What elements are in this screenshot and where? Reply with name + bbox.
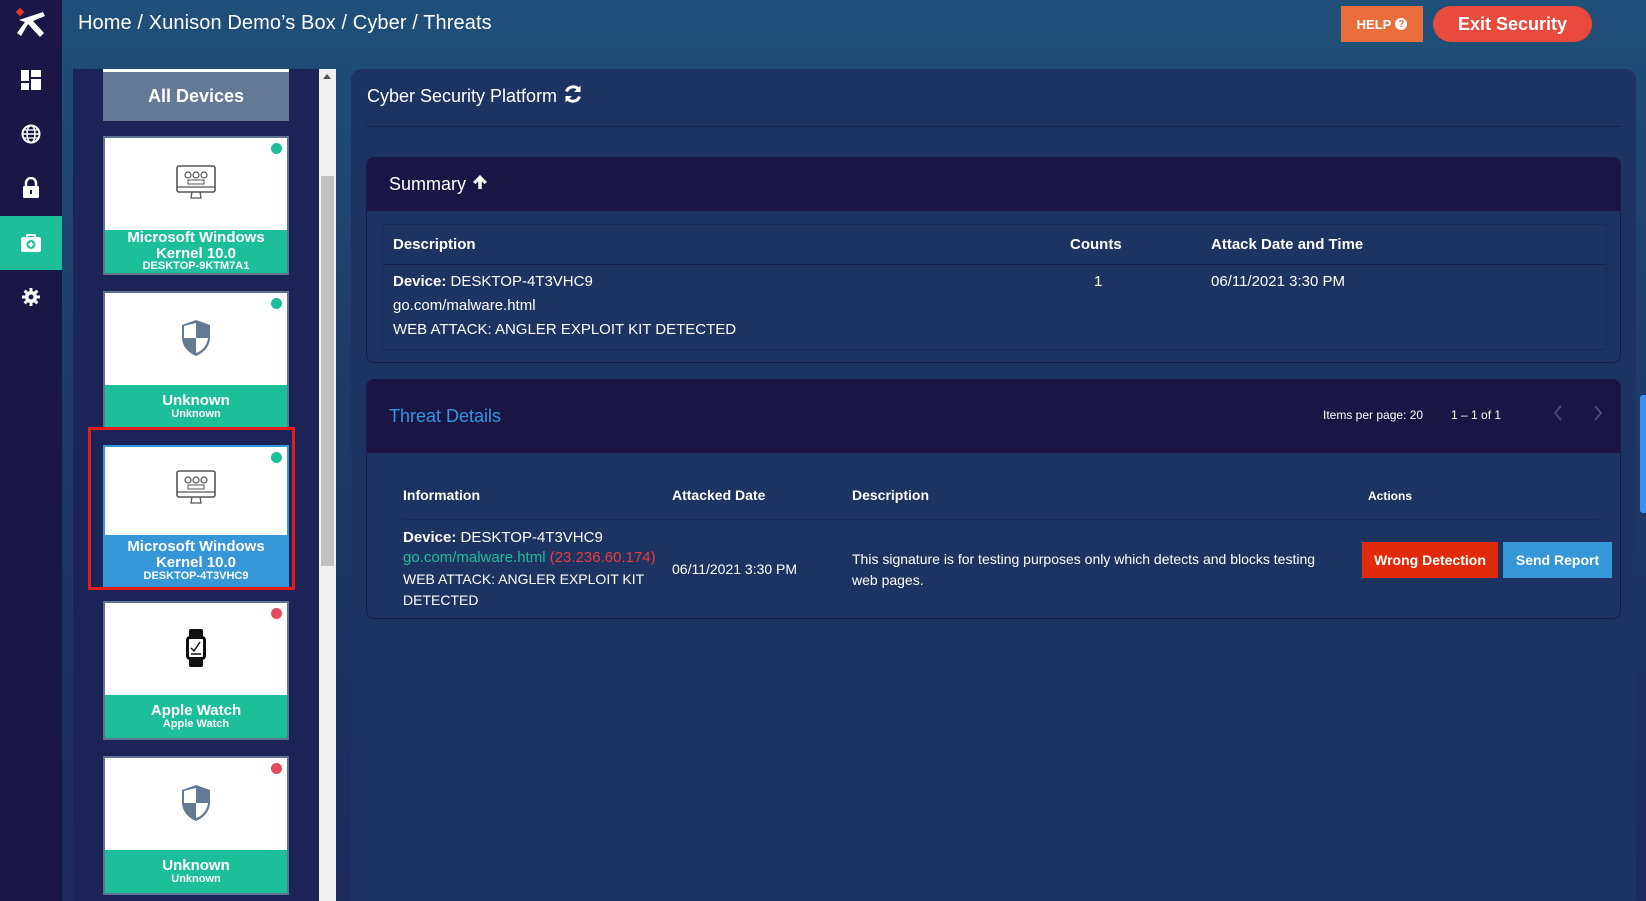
device-name: Microsoft Windows Kernel 10.0 [127, 228, 265, 262]
column-header: Information [403, 487, 480, 503]
device-info: Device: DESKTOP-4T3VHC9 [393, 273, 593, 290]
device-list-panel: All Devices Microsoft Windows Kernel 10.… [73, 69, 319, 901]
device-card[interactable]: Unknown Unknown [103, 291, 289, 430]
device-name: Apple Watch [150, 701, 242, 719]
device-hostname: Apple Watch [162, 717, 230, 730]
next-page-button[interactable] [1587, 402, 1609, 428]
column-header: Counts [1070, 236, 1122, 253]
threat-ip: (23.236.60.174) [549, 549, 656, 566]
column-header: Attacked Date [672, 487, 766, 503]
refresh-icon[interactable] [563, 84, 583, 109]
summary-table: Description Counts Attack Date and Time … [382, 224, 1607, 350]
page-title: Cyber Security Platform [367, 84, 583, 109]
attack-type: WEB ATTACK: ANGLER EXPLOIT KIT DETECTED [393, 321, 737, 338]
threat-url-link[interactable]: go.com/malware.html [393, 297, 536, 314]
items-per-page[interactable]: Items per page: 20 [1323, 408, 1423, 422]
scroll-up-arrow-icon[interactable] [323, 74, 331, 79]
column-header: Actions [1368, 489, 1413, 503]
attack-type-line2: DETECTED [403, 592, 479, 608]
nav-network[interactable] [0, 107, 62, 161]
device-label: Device: [393, 273, 447, 290]
exit-security-button[interactable]: Exit Security [1433, 6, 1592, 42]
summary-header[interactable]: Summary [367, 158, 1620, 211]
attacked-date: 06/11/2021 3:30 PM [672, 561, 798, 577]
shield-icon [180, 784, 212, 827]
previous-page-button[interactable] [1547, 402, 1569, 428]
device-label: Apple Watch Apple Watch [105, 695, 287, 738]
help-button[interactable]: HELP ? [1341, 6, 1423, 42]
device-hostname: Unknown [171, 872, 221, 885]
help-label: HELP [1356, 16, 1392, 32]
threat-details-title: Threat Details [389, 406, 502, 426]
device-hostname: DESKTOP-4T3VHC9 [143, 569, 249, 582]
threat-source: go.com/malware.html (23.236.60.174) [403, 547, 656, 568]
device-card[interactable]: Microsoft Windows Kernel 10.0 DESKTOP-9K… [103, 136, 289, 275]
gear-icon [22, 288, 40, 306]
wrong-detection-button[interactable]: Wrong Detection [1362, 542, 1498, 578]
medkit-icon [20, 233, 42, 253]
arrow-up-icon[interactable] [472, 174, 488, 195]
device-label: Microsoft Windows Kernel 10.0 DESKTOP-4T… [105, 535, 287, 587]
device-name: Unknown [162, 391, 230, 409]
page-scrollbar-thumb[interactable] [1640, 395, 1646, 513]
device-hostname: DESKTOP-4T3VHC9 [450, 273, 593, 290]
nav-security[interactable] [0, 161, 62, 215]
device-hostname: DESKTOP-4T3VHC9 [460, 529, 603, 546]
column-header: Attack Date and Time [1211, 236, 1364, 253]
table-row: Device: DESKTOP-4T3VHC9 go.com/malware.h… [383, 265, 1606, 349]
threat-details-card: Threat Details Items per page: 20 1 – 1 … [366, 379, 1621, 619]
nav-rail [0, 0, 62, 901]
attack-count: 1 [1094, 273, 1103, 290]
column-header: Description [393, 236, 476, 253]
threat-table: Information Attacked Date Description Ac… [367, 453, 1620, 618]
device-card[interactable]: Apple Watch Apple Watch [103, 601, 289, 740]
attack-datetime: 06/11/2021 3:30 PM [1211, 273, 1345, 290]
divider [403, 519, 1598, 520]
device-label: Unknown Unknown [105, 850, 287, 893]
device-hostname: DESKTOP-9KTM7A1 [142, 260, 250, 273]
chevron-right-icon [1593, 404, 1603, 426]
dashboard-icon [21, 70, 41, 90]
desktop-icon [176, 469, 216, 511]
lock-icon [22, 177, 40, 199]
breadcrumb[interactable]: Home / Xunison Demo’s Box / Cyber / Thre… [78, 12, 492, 35]
device-label: Device: [403, 529, 457, 546]
threat-details-header: Threat Details Items per page: 20 1 – 1 … [367, 380, 1620, 453]
summary-title: Summary [389, 174, 467, 194]
question-circle-icon: ? [1395, 18, 1408, 30]
app-logo[interactable] [13, 6, 49, 42]
pagination-range: 1 – 1 of 1 [1451, 408, 1502, 422]
column-header: Description [852, 487, 930, 503]
device-name: Microsoft Windows Kernel 10.0 [127, 538, 265, 572]
attack-type-line1: WEB ATTACK: ANGLER EXPLOIT KIT [403, 571, 645, 587]
page-title-text: Cyber Security Platform [367, 86, 558, 106]
globe-icon [21, 124, 41, 144]
device-hostname: Unknown [171, 407, 221, 420]
main-panel: Cyber Security Platform Summary Descript… [351, 69, 1636, 901]
send-report-button[interactable]: Send Report [1503, 542, 1612, 578]
device-name: Unknown [162, 856, 230, 874]
device-label: Unknown Unknown [105, 385, 287, 428]
desktop-icon [176, 164, 216, 206]
summary-card: Summary Description Counts Attack Date a… [366, 157, 1621, 363]
threat-url-link[interactable]: go.com/malware.html [403, 549, 546, 566]
nav-settings[interactable] [0, 270, 62, 324]
nav-cyber[interactable] [0, 216, 62, 270]
device-label: Microsoft Windows Kernel 10.0 DESKTOP-9K… [105, 230, 287, 273]
items-per-page-value: 20 [1409, 408, 1424, 422]
device-list-scrollbar[interactable] [319, 69, 336, 901]
divider [366, 126, 1621, 127]
items-per-page-label: Items per page: [1323, 408, 1407, 422]
threat-description: This signature is for testing purposes o… [852, 551, 1316, 588]
device-info: Device: DESKTOP-4T3VHC9 [403, 527, 603, 548]
all-devices-button[interactable]: All Devices [103, 69, 289, 121]
nav-dashboard[interactable] [0, 53, 62, 107]
watch-icon [185, 628, 207, 672]
chevron-left-icon [1553, 404, 1563, 426]
summary-table-header: Description Counts Attack Date and Time [383, 225, 1606, 265]
device-card-selected[interactable]: Microsoft Windows Kernel 10.0 DESKTOP-4T… [103, 445, 289, 589]
shield-icon [180, 319, 212, 362]
scrollbar-thumb[interactable] [321, 176, 334, 566]
device-card[interactable]: Unknown Unknown [103, 756, 289, 895]
